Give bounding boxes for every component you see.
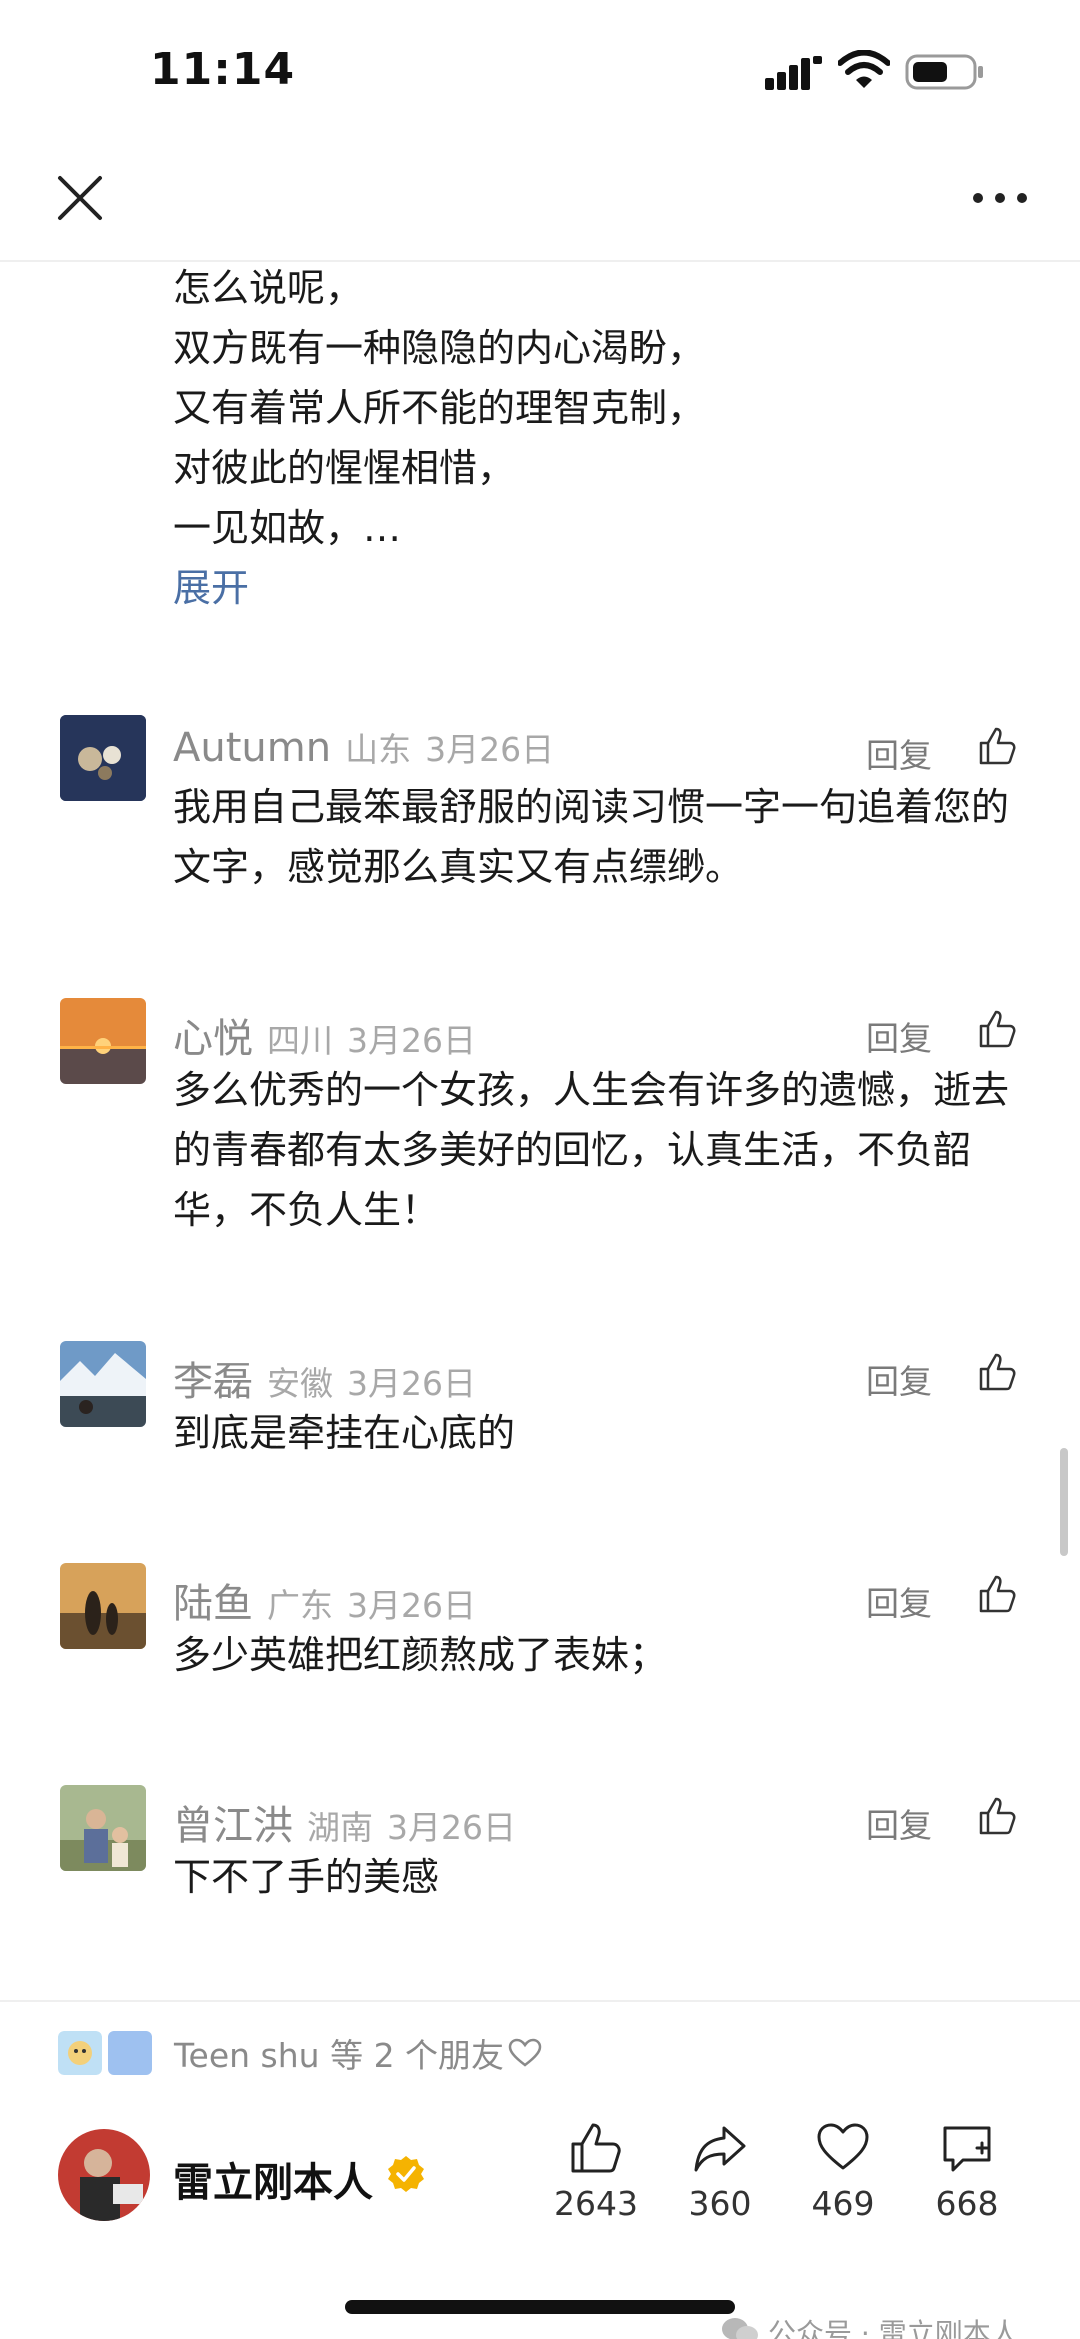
friends-liked-text: Teen shu 等 2 个朋友 xyxy=(174,2036,505,2075)
reply-button[interactable]: 回复 xyxy=(866,1577,932,1625)
comment-date: 3月26日 xyxy=(347,1586,476,1625)
comment-text: 我用自己最笨最舒服的阅读习惯一字一句追着您的文字，感觉那么真实又有点缥缈。 xyxy=(173,785,1010,889)
article-line: 一见如故，… xyxy=(173,506,402,550)
avatar[interactable] xyxy=(60,1563,146,1649)
reply-button[interactable]: 回复 xyxy=(866,1012,932,1060)
comment-icon xyxy=(943,2126,991,2172)
comment-action[interactable]: 668 xyxy=(912,2120,1022,2223)
reply-button[interactable]: 回复 xyxy=(866,1355,932,1403)
thumb-up-icon[interactable] xyxy=(977,725,1019,767)
comment-region: 广东 xyxy=(267,1586,333,1625)
bottom-action-panel: Teen shu 等 2 个朋友 雷立刚本人 2643 360 469 668 xyxy=(0,2000,1080,2339)
comment-header: 心悦 四川 3月26日 xyxy=(173,1006,476,1062)
thumb-up-icon[interactable] xyxy=(977,1008,1019,1050)
author-name[interactable]: 雷立刚本人 xyxy=(173,2150,373,2208)
comment-date: 3月26日 xyxy=(387,1808,516,1847)
avatar[interactable] xyxy=(60,1785,146,1871)
thumb-up-icon xyxy=(571,2123,621,2173)
thumb-up-icon[interactable] xyxy=(977,1795,1019,1837)
avatar[interactable] xyxy=(60,998,146,1084)
reply-button[interactable]: 回复 xyxy=(866,729,932,777)
share-action[interactable]: 360 xyxy=(665,2120,775,2223)
comment-date: 3月26日 xyxy=(425,730,555,769)
friend-avatar xyxy=(58,2031,102,2075)
comment-author[interactable]: 曾江洪 xyxy=(173,1793,293,1851)
watermark: 公众号 · 雷立刚本人 xyxy=(720,2312,1019,2339)
cellular-signal-icon xyxy=(765,56,822,90)
share-count: 360 xyxy=(688,2184,752,2223)
status-bar: 11:14 xyxy=(0,0,1080,130)
comment-region: 山东 xyxy=(345,730,412,769)
avatar[interactable] xyxy=(60,715,146,801)
comment-region: 四川 xyxy=(267,1021,333,1060)
article-line: 又有着常人所不能的理智克制， xyxy=(173,386,706,430)
share-icon xyxy=(694,2126,746,2172)
comment-author[interactable]: 心悦 xyxy=(173,1006,253,1064)
thumb-up-icon[interactable] xyxy=(977,1351,1019,1393)
comment-region: 湖南 xyxy=(307,1808,373,1847)
comment-text: 多么优秀的一个女孩，人生会有许多的遗憾，逝去的青春都有太多美好的回忆，认真生活，… xyxy=(173,1068,1010,1232)
comment-header: 陆鱼 广东 3月26日 xyxy=(173,1571,476,1627)
verified-badge-icon xyxy=(388,2156,424,2192)
like-action[interactable]: 2643 xyxy=(541,2120,651,2223)
article-line: 双方既有一种隐隐的内心渴盼， xyxy=(173,326,706,370)
comment-author[interactable]: Autumn xyxy=(173,725,331,771)
wechat-icon xyxy=(722,2318,758,2339)
article-line: 对彼此的惺惺相惜， xyxy=(173,446,516,490)
wifi-icon xyxy=(838,50,890,88)
watermark-text: 公众号 · 雷立刚本人 xyxy=(768,2317,1019,2339)
article-line: 怎么说呢， xyxy=(173,266,364,310)
comment-date: 3月26日 xyxy=(347,1364,476,1403)
friend-avatar xyxy=(108,2031,152,2075)
like-count: 2643 xyxy=(554,2184,638,2223)
thumb-up-icon[interactable] xyxy=(977,1573,1019,1615)
friends-liked-row[interactable]: Teen shu 等 2 个朋友 xyxy=(58,2029,542,2077)
comment-author[interactable]: 李磊 xyxy=(173,1349,253,1407)
scrollbar[interactable] xyxy=(1060,1448,1068,1556)
more-icon[interactable] xyxy=(970,188,1030,208)
heart-icon xyxy=(817,2123,869,2170)
favorite-count: 469 xyxy=(811,2184,875,2223)
status-time: 11:14 xyxy=(150,44,296,95)
comment-text: 多少英雄把红颜熬成了表妹； xyxy=(173,1633,668,1677)
comment-text: 到底是牵挂在心底的 xyxy=(173,1411,516,1455)
comment-date: 3月26日 xyxy=(347,1021,476,1060)
comment-header: 李磊 安徽 3月26日 xyxy=(173,1349,476,1405)
home-indicator[interactable] xyxy=(345,2300,735,2314)
comment-count: 668 xyxy=(935,2184,999,2223)
comment-header: Autumn 山东 3月26日 xyxy=(173,723,554,773)
avatar[interactable] xyxy=(60,1341,146,1427)
nav-bar xyxy=(0,130,1080,262)
comment-header: 曾江洪 湖南 3月26日 xyxy=(173,1793,516,1849)
author-avatar[interactable] xyxy=(58,2129,150,2221)
comment-text: 下不了手的美感 xyxy=(173,1855,440,1899)
favorite-action[interactable]: 469 xyxy=(788,2120,898,2223)
comment-author[interactable]: 陆鱼 xyxy=(173,1571,253,1629)
heart-outline-icon xyxy=(508,2038,542,2067)
expand-link[interactable]: 展开 xyxy=(173,558,1033,618)
reply-button[interactable]: 回复 xyxy=(866,1799,932,1847)
close-icon[interactable] xyxy=(55,173,105,223)
battery-icon xyxy=(905,54,983,90)
comment-region: 安徽 xyxy=(267,1364,333,1403)
article-excerpt: 怎么说呢， 双方既有一种隐隐的内心渴盼， 又有着常人所不能的理智克制， 对彼此的… xyxy=(173,258,1033,618)
